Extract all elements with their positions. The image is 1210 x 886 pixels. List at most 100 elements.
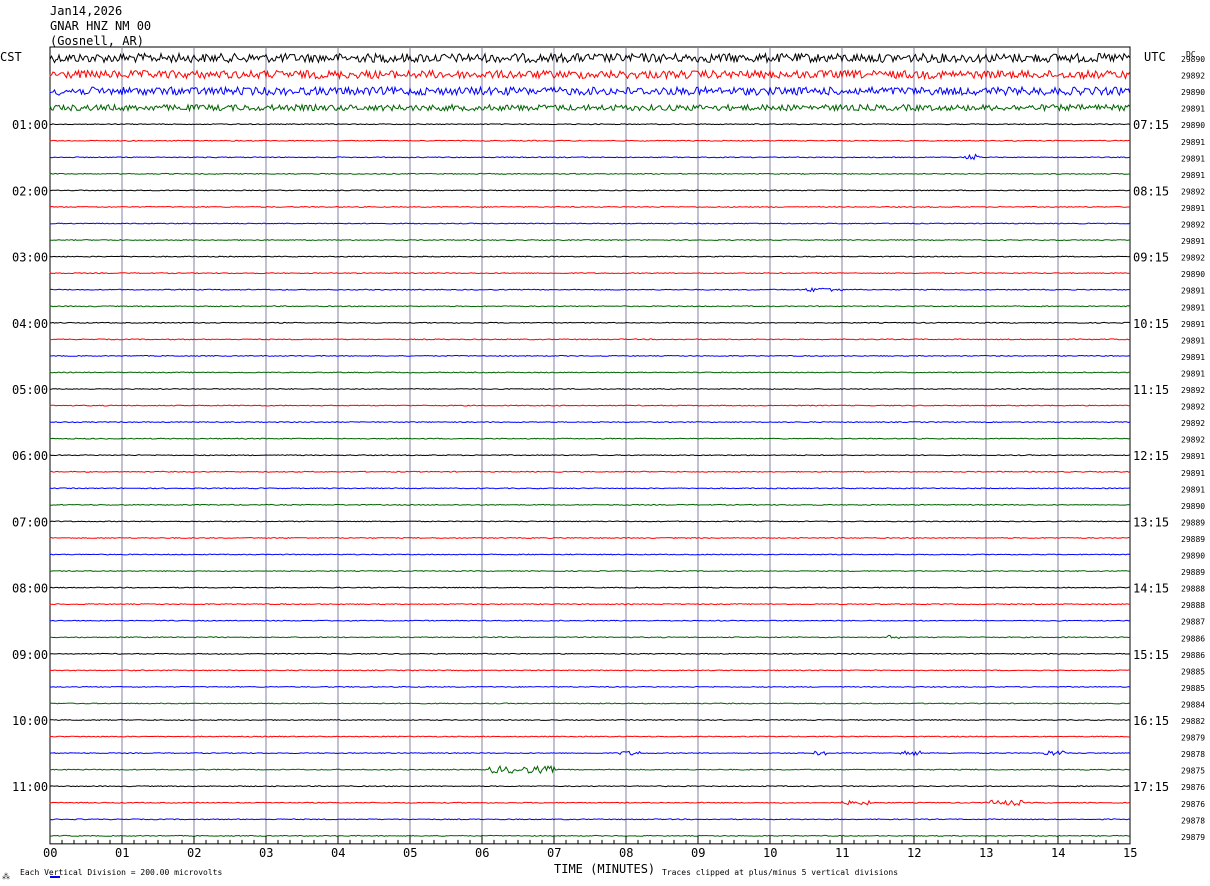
- dc-offset-label: 29885: [1181, 684, 1205, 693]
- x-tick-label: 12: [907, 846, 921, 860]
- row-labels: 29890 29892 29890 29891 01:00 07:15 29890 29891…: [12, 55, 1205, 842]
- trace-line: [49, 321, 1131, 324]
- utc-time-label: 10:15: [1133, 317, 1169, 331]
- dc-offset-label: 29876: [1181, 783, 1205, 792]
- vertical-division-note: Each Vertical Division = 200.00 microvol…: [20, 868, 222, 877]
- dc-offset-label: 29891: [1181, 452, 1205, 461]
- x-tick-label: 08: [619, 846, 633, 860]
- trace-line: [49, 487, 1131, 490]
- dc-offset-label: 29891: [1181, 204, 1205, 213]
- right-timezone-label: UTC: [1144, 50, 1166, 64]
- dc-offset-label: 29878: [1181, 816, 1205, 825]
- trace-line: [50, 669, 1131, 672]
- dc-offset-label: 29886: [1181, 634, 1205, 643]
- trace-line: [49, 818, 1131, 821]
- corner-marker: ⁂: [2, 872, 10, 881]
- x-tick-label: 03: [259, 846, 273, 860]
- trace-line: [49, 702, 1131, 705]
- trace-line: [49, 785, 1131, 788]
- dc-offset-label: 29892: [1181, 419, 1205, 428]
- trace-line: [49, 404, 1131, 407]
- trace-line: [49, 239, 1131, 242]
- dc-offset-label: 29891: [1181, 138, 1205, 147]
- dc-label: DC: [1186, 50, 1196, 59]
- dc-offset-label: 29892: [1181, 386, 1205, 395]
- dc-offset-label: 29891: [1181, 320, 1205, 329]
- trace-line: [49, 123, 1131, 126]
- utc-time-label: 13:15: [1133, 515, 1169, 529]
- trace-line: [49, 371, 1131, 374]
- dc-offset-label: 29892: [1181, 187, 1205, 196]
- seismic-traces: [49, 51, 1131, 837]
- trace-line: [49, 634, 1131, 640]
- dc-offset-label: 29891: [1181, 154, 1205, 163]
- trace-line: [49, 586, 1130, 589]
- dc-offset-label: 29876: [1181, 800, 1205, 809]
- cst-time-label: 09:00: [12, 648, 48, 662]
- x-tick-label: 05: [403, 846, 417, 860]
- x-tick-label: 02: [187, 846, 201, 860]
- utc-time-label: 16:15: [1133, 714, 1169, 728]
- dc-offset-label: 29890: [1181, 121, 1205, 130]
- dc-offset-label: 29884: [1181, 700, 1205, 709]
- dc-offset-label: 29882: [1181, 717, 1205, 726]
- time-axis: 00 01 02 03 04 05 06 07 08 09 10 11 12 13 14 15: [43, 835, 1137, 860]
- x-tick-label: 07: [547, 846, 561, 860]
- dc-offset-label: 29891: [1181, 369, 1205, 378]
- header-location: (Gosnell, AR): [50, 34, 144, 48]
- trace-line: [49, 536, 1131, 539]
- trace-line: [49, 287, 1130, 293]
- cst-time-label: 10:00: [12, 714, 48, 728]
- dc-offset-label: 29891: [1181, 287, 1205, 296]
- trace-line: [49, 172, 1130, 175]
- dc-offset-label: 29892: [1181, 254, 1205, 263]
- trace-line: [49, 51, 1131, 65]
- trace-line: [49, 222, 1131, 225]
- trace-line: [49, 652, 1131, 655]
- trace-line: [49, 205, 1131, 208]
- cst-time-label: 08:00: [12, 582, 48, 596]
- dc-offset-label: 29890: [1181, 552, 1205, 561]
- trace-line: [49, 255, 1131, 258]
- dc-offset-label: 29891: [1181, 303, 1205, 312]
- trace-line: [49, 834, 1131, 837]
- utc-time-label: 08:15: [1133, 184, 1169, 198]
- dc-offset-label: 29891: [1181, 485, 1205, 494]
- x-tick-label: 01: [115, 846, 129, 860]
- minute-gridlines: [49, 46, 1131, 845]
- trace-line: [49, 305, 1131, 308]
- utc-time-label: 07:15: [1133, 118, 1169, 132]
- dc-offset-label: 29891: [1181, 105, 1205, 114]
- dc-offset-label: 29890: [1181, 502, 1205, 511]
- scale-bar: [50, 876, 60, 878]
- trace-line: [49, 68, 1131, 81]
- dc-offset-label: 29891: [1181, 237, 1205, 246]
- x-tick-label: 14: [1051, 846, 1065, 860]
- trace-line: [49, 685, 1131, 688]
- cst-time-label: 03:00: [12, 251, 48, 265]
- dc-offset-label: 29888: [1181, 585, 1205, 594]
- dc-offset-label: 29889: [1181, 535, 1205, 544]
- dc-offset-label: 29892: [1181, 221, 1205, 230]
- dc-offset-label: 29892: [1181, 72, 1205, 81]
- dc-offset-label: 29891: [1181, 469, 1205, 478]
- cst-time-label: 01:00: [12, 118, 48, 132]
- trace-line: [49, 454, 1131, 457]
- trace-line: [49, 553, 1131, 556]
- x-tick-label: 10: [763, 846, 777, 860]
- dc-offset-label: 29890: [1181, 270, 1205, 279]
- x-tick-label: 11: [835, 846, 849, 860]
- dc-offset-label: 29889: [1181, 518, 1205, 527]
- dc-offset-label: 29892: [1181, 403, 1205, 412]
- trace-line: [49, 153, 1131, 161]
- plot-frame: [49, 46, 1131, 845]
- trace-line: [49, 189, 1131, 192]
- x-tick-label: 04: [331, 846, 345, 860]
- trace-line: [49, 619, 1131, 622]
- trace-line: [49, 520, 1130, 523]
- cst-time-label: 06:00: [12, 449, 48, 463]
- dc-offset-label: 29890: [1181, 88, 1205, 97]
- dc-offset-label: 29879: [1181, 734, 1205, 743]
- dc-offset-label: 29889: [1181, 568, 1205, 577]
- trace-line: [49, 603, 1131, 606]
